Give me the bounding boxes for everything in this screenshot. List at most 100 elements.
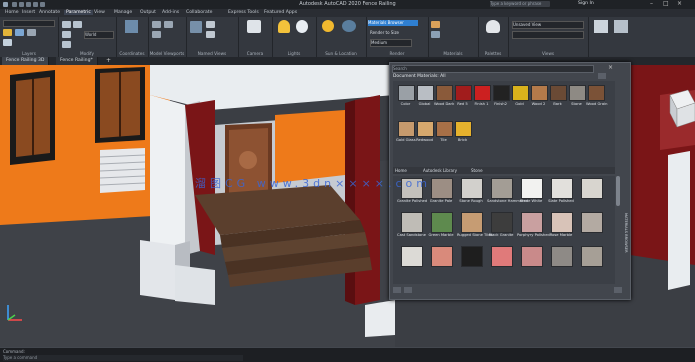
material-swatch[interactable] [398,121,415,137]
material-swatch[interactable] [436,121,453,137]
breadcrumb-library[interactable]: Autodesk Library [423,168,457,173]
view-manager-icon[interactable] [190,21,202,33]
layer-state-icon[interactable] [15,29,24,36]
maximize-button[interactable]: □ [663,0,669,7]
material-swatch[interactable] [417,121,434,137]
light-bulb-icon[interactable] [278,20,290,33]
library-swatch[interactable] [401,246,423,267]
coord-dropdown[interactable]: World [84,31,114,39]
material-swatch[interactable] [531,85,548,101]
document-materials-grid: Color Global Wood Dark Red 5 Finish 1 Fi… [393,81,615,169]
library-swatch[interactable] [551,178,573,199]
library-swatch[interactable] [431,178,453,199]
view-list-icon[interactable] [206,31,215,38]
layer-freeze-icon[interactable] [27,29,36,36]
ribbon-group-coordinates: Coordinates [116,17,149,57]
library-swatch[interactable] [581,212,603,233]
search-input[interactable]: Type a keyword or phrase [490,1,550,7]
material-swatch[interactable] [569,85,586,101]
library-swatch[interactable] [551,212,573,233]
materials-search-input[interactable]: Search [392,65,594,73]
material-swatch[interactable] [417,85,434,101]
library-swatch[interactable] [491,178,513,199]
tab-insert[interactable]: Insert [20,10,37,15]
close-button[interactable]: × [677,0,682,7]
material-swatch[interactable] [512,85,529,101]
library-swatch[interactable] [461,246,483,267]
copy-icon[interactable] [62,31,71,38]
tab-addins[interactable]: Add-ins [160,10,181,15]
tab-express[interactable]: Express Tools [226,10,261,15]
library-swatch[interactable] [581,246,603,267]
materials-browser-button[interactable]: Materials Browser [368,20,418,26]
library-swatch[interactable] [461,178,483,199]
location-icon[interactable] [342,20,356,32]
library-swatch[interactable] [491,212,513,233]
library-menu-icon[interactable] [393,287,401,293]
render-to-size-label[interactable]: Render to Size [370,30,399,35]
new-view-icon[interactable] [206,21,215,28]
breadcrumb-category[interactable]: Stone [471,168,483,173]
join-viewports-icon[interactable] [164,21,173,28]
library-swatch[interactable] [431,246,453,267]
rotate-icon[interactable] [73,21,82,28]
render-preset-dropdown[interactable]: Medium [370,39,412,47]
tab-output[interactable]: Output [138,10,158,15]
library-swatch[interactable] [461,212,483,233]
material-swatch[interactable] [398,85,415,101]
library-swatch[interactable] [521,246,543,267]
material-swatch[interactable] [455,85,472,101]
tab-manage[interactable]: Manage [112,10,134,15]
material-label: Gold [515,102,524,106]
tab-annotate[interactable]: Annotate [37,10,62,15]
tab-collaborate[interactable]: Collaborate [184,10,214,15]
material-swatch[interactable] [455,121,472,137]
view-dropdown[interactable]: Unsaved View [512,21,584,29]
layer-match-icon[interactable] [3,39,12,46]
view-toggle-icon[interactable] [598,73,606,79]
new-tab-icon[interactable]: + [106,57,111,64]
visual-style-dropdown[interactable] [512,31,584,39]
material-swatch[interactable] [588,85,605,101]
teapot-icon[interactable] [486,20,500,33]
tab-home[interactable]: Home [3,10,21,15]
library-swatch[interactable] [521,178,543,199]
library-scrollbar[interactable] [616,176,620,206]
viewport-config-icon[interactable] [152,21,161,28]
mirror-icon[interactable] [62,41,71,48]
create-material-icon[interactable] [404,287,412,293]
library-swatch[interactable] [521,212,543,233]
layer-dropdown[interactable] [3,20,55,27]
sun-icon[interactable] [296,20,308,33]
sun-status-icon[interactable] [322,20,334,32]
material-editor-icon[interactable] [614,287,622,293]
material-swatch[interactable] [493,85,510,101]
library-swatch[interactable] [491,246,513,267]
group-label-coordinates: Coordinates [119,51,145,56]
named-viewports-icon[interactable] [152,31,161,38]
tab-view[interactable]: View [92,10,107,15]
library-swatch[interactable] [551,246,573,267]
ucs-icon[interactable] [125,20,138,33]
layer-icon[interactable] [3,29,12,36]
material-swatch[interactable] [474,85,491,101]
sign-in-link[interactable]: Sign In [578,1,594,6]
tab-featured[interactable]: Featured Apps [262,10,299,15]
tab-parametric[interactable]: Parametric [64,10,93,15]
camera-icon[interactable] [247,20,261,33]
breadcrumb-home[interactable]: Home [395,168,407,173]
attach-material-icon[interactable] [431,31,440,38]
workspace-icon[interactable] [614,20,628,33]
command-input[interactable]: Type a command [3,355,243,361]
material-map-icon[interactable] [431,21,440,28]
material-swatch[interactable] [550,85,567,101]
library-swatch[interactable] [401,212,423,233]
library-label: Sandstone Hammered [487,199,529,203]
library-swatch[interactable] [581,178,603,199]
material-swatch[interactable] [436,85,453,101]
minimize-button[interactable]: – [650,0,653,7]
panel-close-icon[interactable]: × [608,64,613,71]
sheet-set-icon[interactable] [594,20,608,33]
move-icon[interactable] [62,21,71,28]
library-swatch[interactable] [431,212,453,233]
